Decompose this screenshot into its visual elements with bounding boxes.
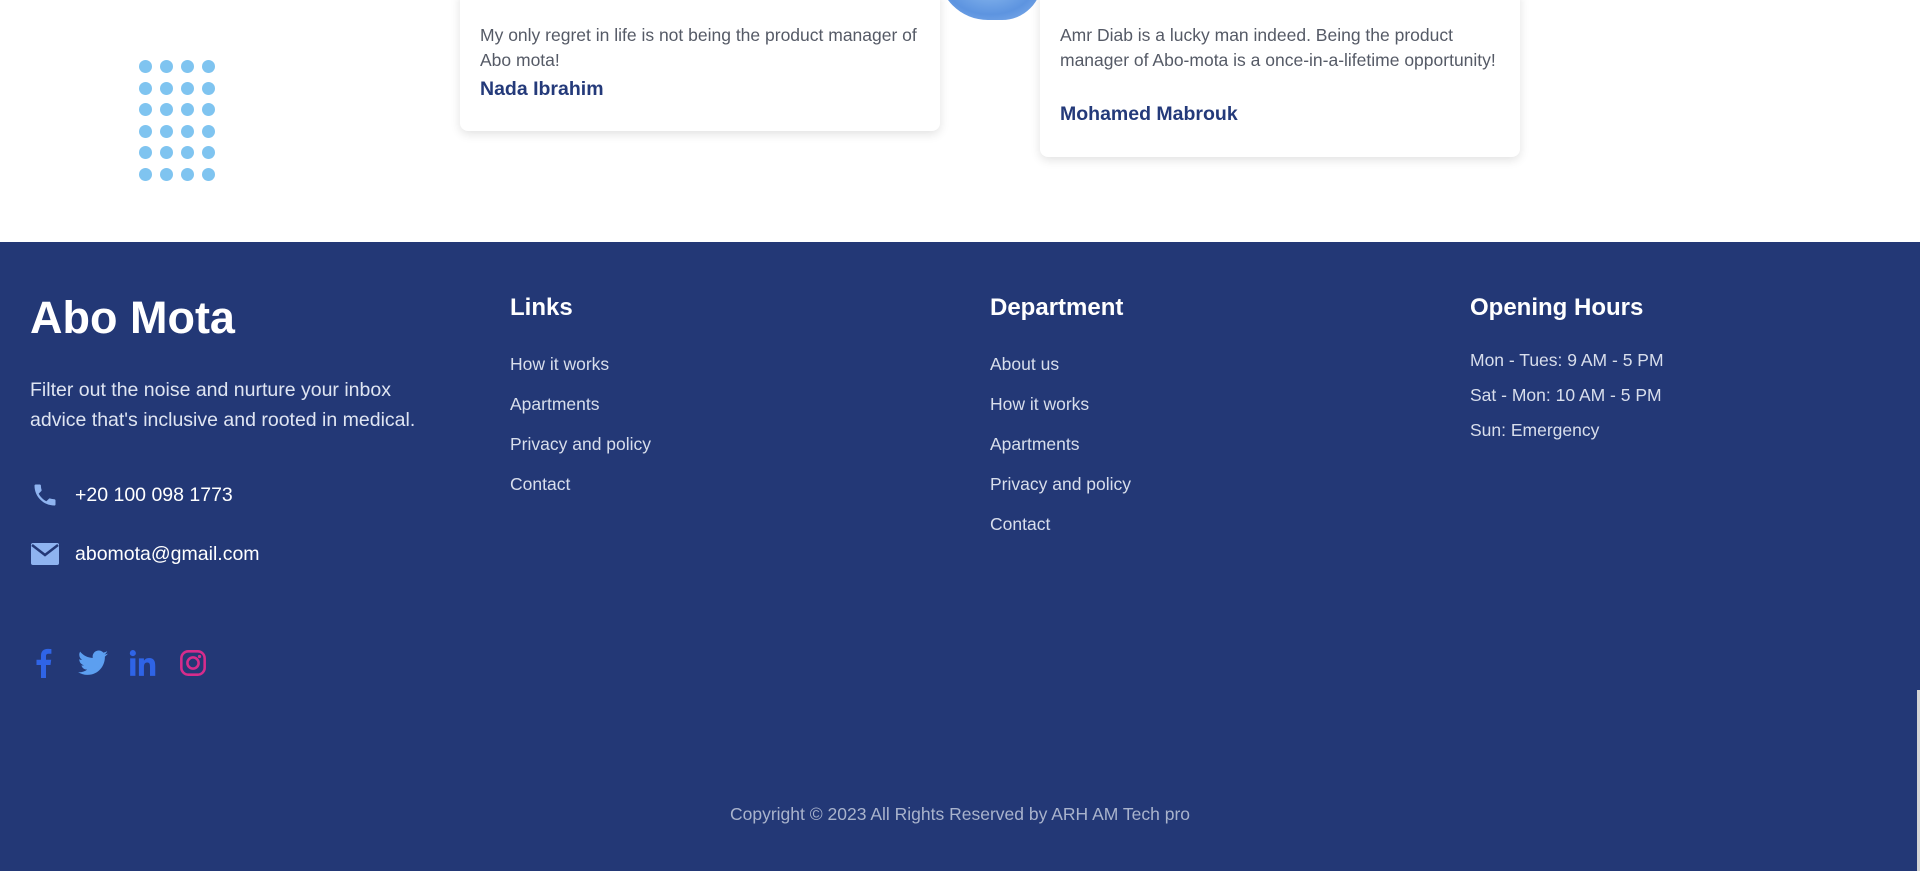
footer-brand[interactable]: Abo Mota [30,292,235,344]
instagram-icon[interactable] [178,648,208,678]
department-title: Department [990,294,1124,321]
copyright-text: Copyright © 2023 All Rights Reserved by … [729,804,1191,824]
linkedin-icon[interactable] [128,648,158,678]
facebook-icon[interactable] [28,648,58,678]
hours-item: Sun: Emergency [1470,420,1600,440]
phone-icon [30,480,60,510]
opening-hours-title: Opening Hours [1470,294,1644,321]
links-title: Links [510,294,573,321]
phone-number[interactable]: +20 100 098 1773 [75,484,233,507]
site-footer: Abo Mota Filter out the noise and nurtur… [0,242,1920,871]
footer-link-how-it-works[interactable]: How it works [510,354,609,375]
testimonial-author: Mohamed Mabrouk [1060,103,1238,125]
decorative-blob [938,0,1042,20]
envelope-icon [30,539,60,569]
department-link-how-it-works[interactable]: How it works [990,394,1089,415]
testimonial-card: Amr Diab is a lucky man indeed. Being th… [1040,0,1520,157]
social-links [28,648,208,678]
hours-item: Sat - Mon: 10 AM - 5 PM [1470,385,1662,405]
department-link-apartments[interactable]: Apartments [990,434,1079,455]
testimonial-quote: Amr Diab is a lucky man indeed. Being th… [1060,25,1496,70]
testimonials-section: My only regret in life is not being the … [0,0,1920,242]
email-contact[interactable]: abomota@gmail.com [30,539,260,569]
testimonial-quote: My only regret in life is not being the … [480,25,917,70]
email-address[interactable]: abomota@gmail.com [75,543,260,566]
department-link-about[interactable]: About us [990,354,1059,375]
department-link-privacy[interactable]: Privacy and policy [990,474,1131,495]
testimonial-author: Nada Ibrahim [480,78,604,100]
department-link-contact[interactable]: Contact [990,514,1050,535]
hours-item: Mon - Tues: 9 AM - 5 PM [1470,350,1664,370]
footer-link-apartments[interactable]: Apartments [510,394,599,415]
footer-tagline: Filter out the noise and nurture your in… [30,379,416,431]
twitter-icon[interactable] [78,648,108,678]
testimonial-card: My only regret in life is not being the … [460,0,940,131]
footer-link-contact[interactable]: Contact [510,474,570,495]
footer-link-privacy[interactable]: Privacy and policy [510,434,651,455]
decorative-dots [139,60,215,181]
phone-contact[interactable]: +20 100 098 1773 [30,480,233,510]
